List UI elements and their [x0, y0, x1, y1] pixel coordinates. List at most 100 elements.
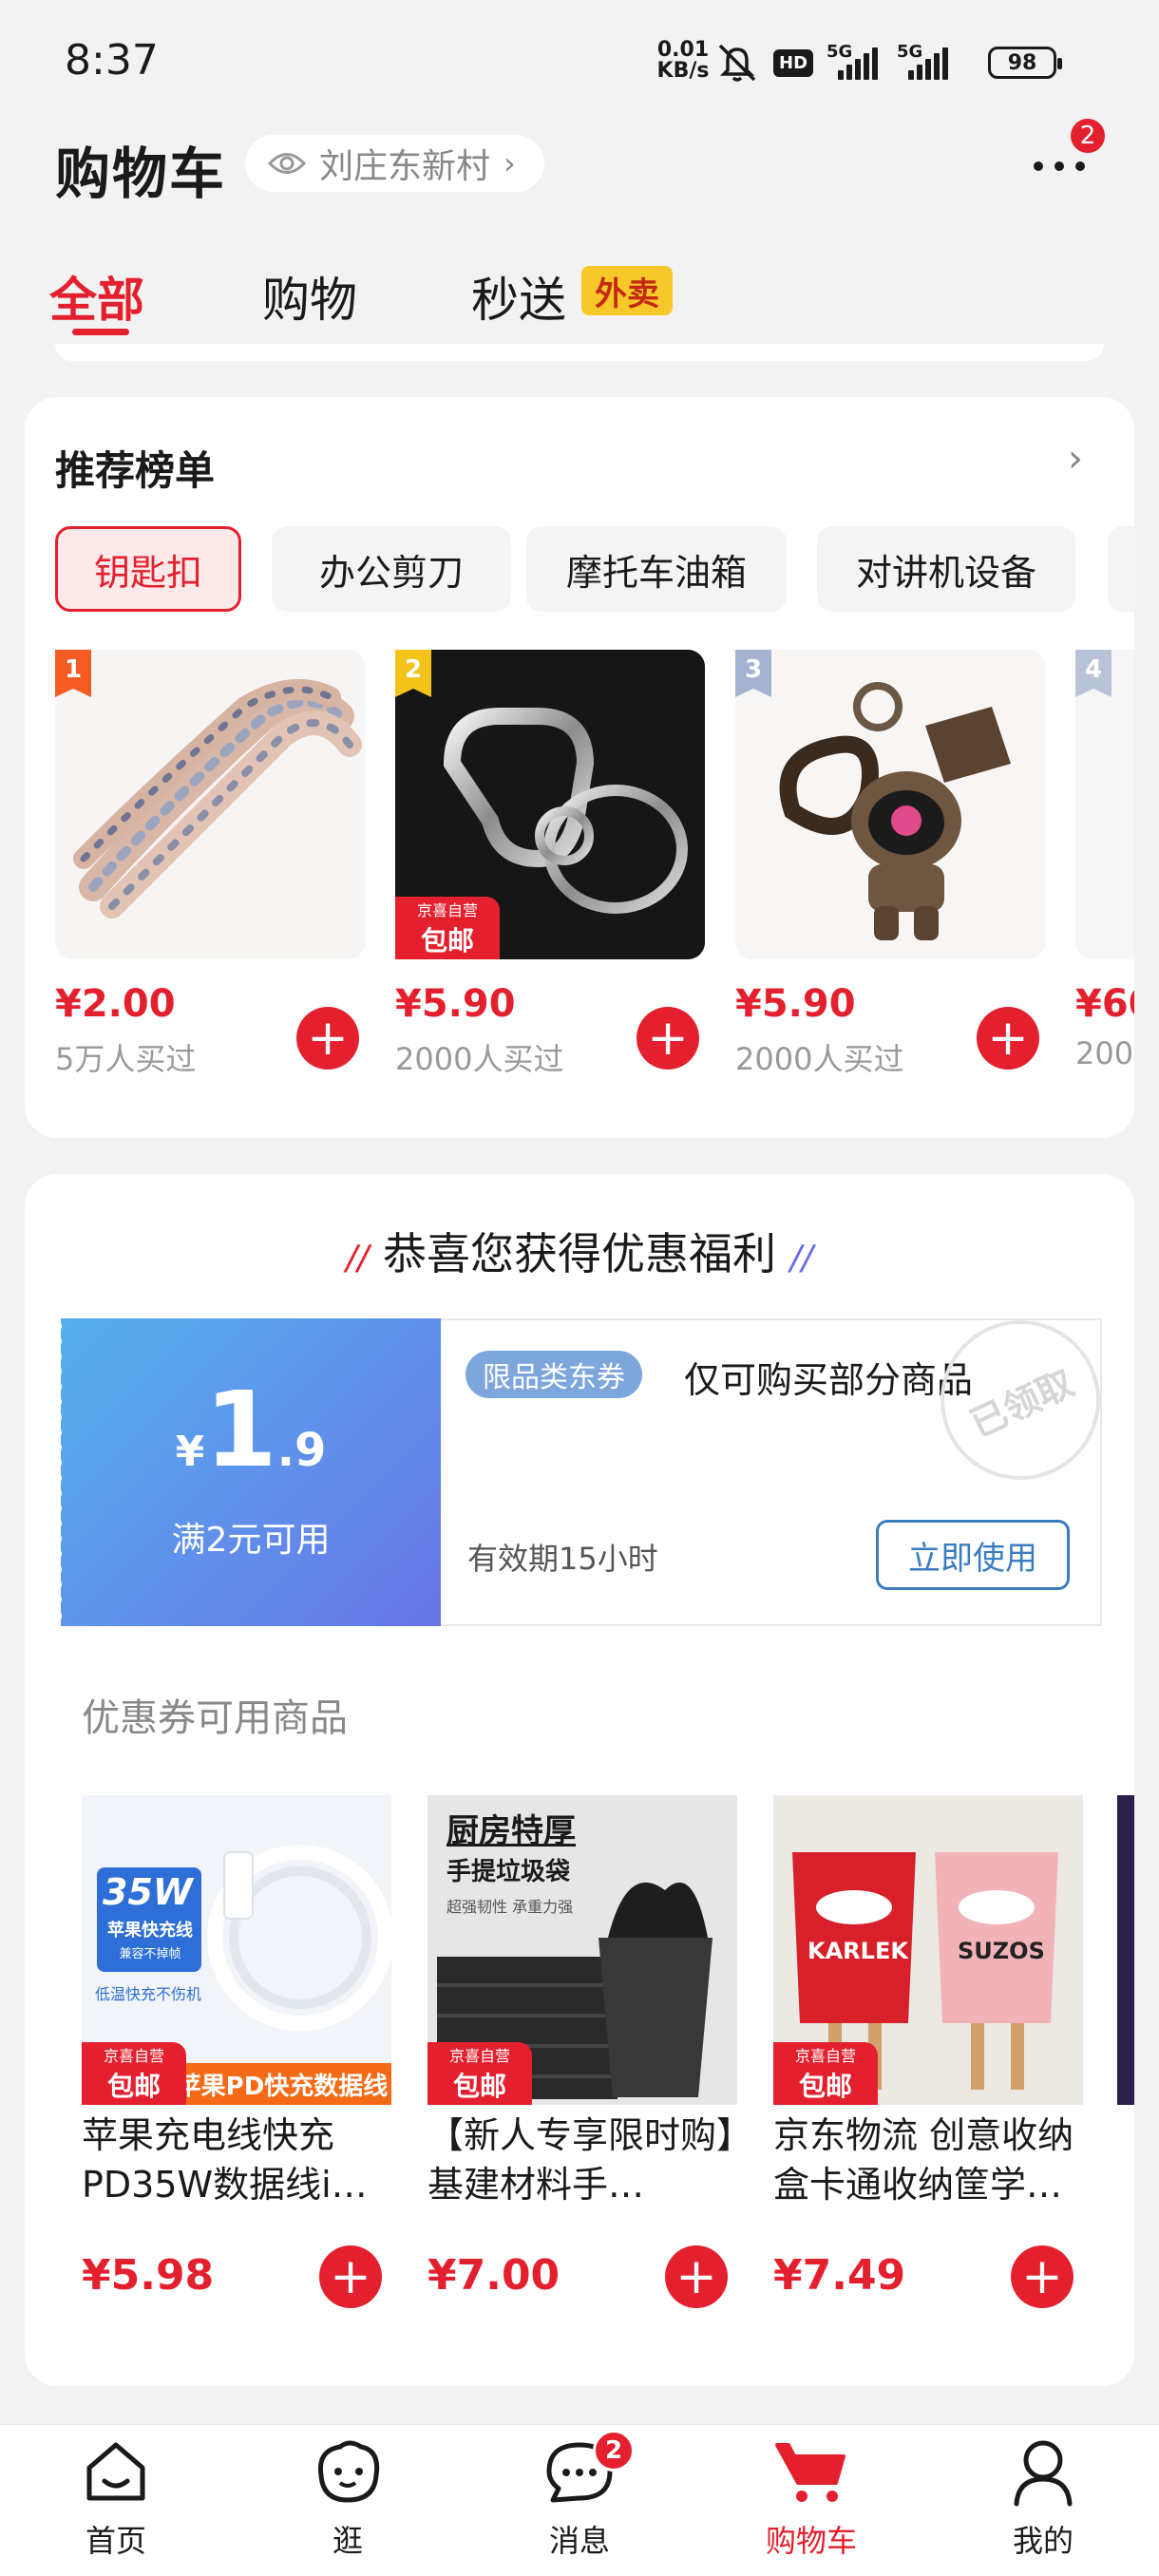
img-text: 手提垃圾袋: [446, 1858, 571, 1886]
location-selector[interactable]: 刘庄东新村 ›: [245, 135, 544, 192]
tab-active-indicator: [72, 329, 129, 335]
product-image-partial[interactable]: [1117, 1795, 1134, 2105]
coupon-heading-text: 恭喜您获得优惠福利: [383, 1228, 776, 1279]
product-price: ¥60: [1075, 982, 1134, 1026]
nav-label: 逛: [332, 2523, 363, 2559]
product-image: [1075, 650, 1134, 959]
add-to-cart-button[interactable]: +: [319, 2245, 382, 2308]
sold-count: 2000人买过: [735, 1041, 904, 1077]
cart-list-edge: [55, 344, 1104, 361]
self-badge-line2: 包邮: [452, 2071, 506, 2102]
img-text: 兼容不掉帧: [119, 1947, 181, 1961]
nav-label: 购物车: [765, 2523, 857, 2559]
coupon-condition: 满2元可用: [171, 1521, 331, 1560]
coupon-heading: // 恭喜您获得优惠福利 //: [0, 1220, 1159, 1282]
tab-shopping[interactable]: 购物: [262, 262, 357, 331]
add-to-cart-button[interactable]: +: [1011, 2245, 1074, 2308]
self-badge-line1: 京喜自营: [448, 2047, 510, 2065]
more-badge: 2: [1068, 116, 1108, 156]
coupon-description: 仅可购买部分商品: [684, 1359, 974, 1401]
takeout-tag: 外卖: [581, 266, 673, 315]
coupon-goods-title: 优惠券可用商品: [82, 1696, 348, 1740]
coupon-amount-dec: .9: [276, 1424, 327, 1477]
product-price: ¥2.00: [55, 982, 176, 1026]
img-text: 超强韧性 承重力强: [446, 1898, 574, 1916]
location-label: 刘庄东新村: [319, 147, 491, 186]
coupon-amount-int: 1: [204, 1369, 277, 1490]
astronaut-keychain-image: [735, 650, 1045, 959]
product-image[interactable]: [735, 650, 1045, 959]
message-badge: 2: [593, 2430, 635, 2472]
nav-browse[interactable]: 逛: [262, 2434, 433, 2567]
tab-all[interactable]: 全部: [49, 262, 144, 331]
add-to-cart-button[interactable]: +: [296, 1007, 359, 1070]
self-operated-badge: 京喜自营 包邮: [82, 2042, 186, 2105]
eye-icon: [268, 153, 306, 174]
self-badge-line2: 包邮: [420, 925, 474, 957]
category-chip[interactable]: 摩托车油箱: [526, 526, 787, 612]
category-chip[interactable]: 钥匙扣: [55, 526, 241, 612]
category-chip[interactable]: 办公剪刀: [272, 526, 511, 612]
rope-product-image: [55, 650, 365, 959]
status-icons: HD 5G 5G 98: [714, 40, 1063, 85]
nav-profile[interactable]: 我的: [958, 2434, 1129, 2567]
add-to-cart-button[interactable]: +: [665, 2245, 728, 2308]
product-name[interactable]: 京东物流 创意收纳盒卡通收纳筐学…: [773, 2111, 1087, 2209]
deco-slash-icon: //: [789, 1239, 813, 1278]
product-price: ¥5.90: [395, 982, 516, 1026]
category-chip-partial[interactable]: [1108, 526, 1134, 612]
add-to-cart-button[interactable]: +: [977, 1007, 1039, 1070]
self-badge-line2: 包邮: [106, 2071, 161, 2102]
product-price: ¥7.49: [773, 2251, 906, 2300]
page-title: 购物车: [55, 142, 227, 206]
status-time: 8:37: [65, 36, 159, 85]
recommend-more-icon[interactable]: ›: [1068, 437, 1083, 481]
net-label-2: 5G: [897, 42, 923, 62]
self-operated-badge: 京喜自营 包邮: [773, 2042, 878, 2105]
coupon-currency: ¥: [175, 1428, 205, 1476]
coupon-type-tag: 限品类东券: [466, 1351, 642, 1398]
chevron-right-icon: ›: [504, 145, 516, 181]
home-icon: [78, 2434, 154, 2510]
hd-icon: HD: [773, 48, 814, 77]
img-text: 35W: [103, 1871, 193, 1913]
product-name[interactable]: 【新人专享限时购】基建材料手…: [428, 2111, 737, 2209]
product-partial[interactable]: 4 ¥60 200: [1075, 650, 1134, 1087]
product-name[interactable]: 苹果充电线快充PD35W数据线i…: [82, 2111, 391, 2209]
profile-icon: [1005, 2434, 1081, 2510]
self-badge-line1: 京喜自营: [103, 2047, 164, 2065]
category-chip[interactable]: 对讲机设备: [817, 526, 1075, 612]
network-speed: 0.01 KB/s: [654, 40, 712, 82]
self-operated-badge: 京喜自营 包邮: [428, 2042, 532, 2105]
product-image[interactable]: [55, 650, 365, 959]
battery-icon: 98: [988, 47, 1063, 79]
speed-value: 0.01: [656, 38, 710, 62]
add-to-cart-button[interactable]: +: [636, 1007, 699, 1070]
product-price: ¥5.90: [735, 982, 856, 1026]
use-now-button[interactable]: 立即使用: [876, 1520, 1070, 1590]
product-price: ¥5.98: [82, 2251, 215, 2300]
self-operated-badge: 京喜自营 包邮: [395, 897, 500, 959]
deco-slash-icon: //: [346, 1239, 370, 1278]
nav-home[interactable]: 首页: [30, 2434, 201, 2567]
img-text: 苹果快充线: [107, 1921, 193, 1941]
browse-face-icon: [310, 2434, 386, 2510]
nav-messages[interactable]: 消息: [494, 2434, 665, 2567]
net-label-1: 5G: [826, 42, 853, 62]
product-price: ¥7.00: [428, 2251, 560, 2300]
nav-cart[interactable]: 购物车: [726, 2434, 897, 2567]
img-text: KARLEK: [808, 1938, 908, 1964]
nav-label: 消息: [548, 2523, 610, 2559]
sold-count: 5万人买过: [55, 1041, 197, 1077]
self-badge-line2: 包邮: [798, 2071, 852, 2102]
recommend-title: 推荐榜单: [55, 447, 216, 494]
coupon-value-panel: ¥1.9 满2元可用: [57, 1318, 441, 1626]
img-text: 厨房特厚: [446, 1812, 576, 1850]
sold-count: 2000人买过: [395, 1041, 564, 1077]
mute-icon: [718, 44, 756, 82]
coupon-amount: ¥1.9: [61, 1377, 441, 1482]
sold-count: 200: [1075, 1035, 1134, 1071]
coupon-validity: 有效期15小时: [467, 1541, 658, 1577]
tab-express[interactable]: 秒送: [471, 262, 566, 331]
img-text: SUZOS: [958, 1938, 1045, 1964]
